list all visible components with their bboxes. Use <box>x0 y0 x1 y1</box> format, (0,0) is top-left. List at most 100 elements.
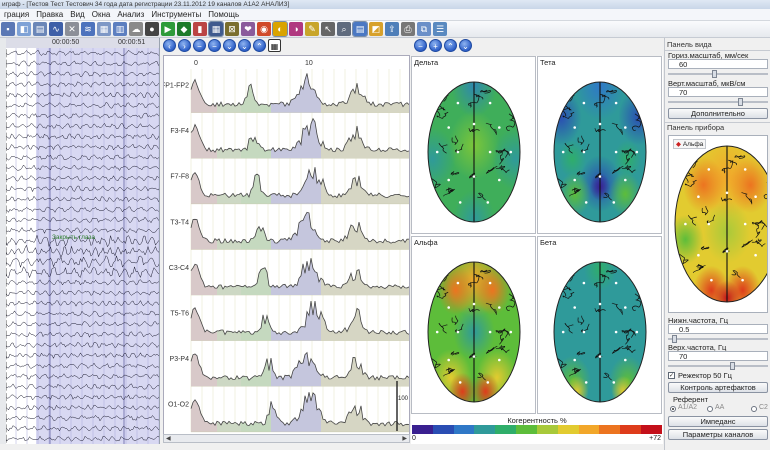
nav-up-icon[interactable]: ⌃ <box>253 39 266 52</box>
scroll-left-icon[interactable]: ◀ <box>166 435 171 443</box>
table-icon[interactable]: ▤ <box>352 21 368 37</box>
colorbar-swatch <box>641 425 662 434</box>
color-wheel-icon[interactable]: ◐ <box>272 21 288 37</box>
eeg-view-icon[interactable]: ≋ <box>81 22 95 36</box>
colorbar-swatch <box>495 425 517 434</box>
more-settings-button[interactable]: Дополнительно <box>668 108 768 119</box>
print-preview-icon[interactable]: ▤ <box>33 22 47 36</box>
nav-left-icon[interactable]: ‹ <box>163 39 176 52</box>
menu-item-edit[interactable]: Правка <box>32 9 66 21</box>
heart-icon[interactable]: ❤ <box>241 22 255 36</box>
nav-minus2-icon[interactable]: − <box>208 39 221 52</box>
horiz-scale-slider[interactable] <box>668 70 768 78</box>
tools-icon[interactable]: ✕ <box>65 22 79 36</box>
topomap-title: Дельта <box>414 58 439 67</box>
scroll-right-icon[interactable]: ▶ <box>402 435 407 443</box>
ref-option-a1a2: A1/A2 <box>678 404 698 411</box>
topo-icon[interactable]: ⊠ <box>225 22 239 36</box>
record-icon[interactable]: ◆ <box>177 22 191 36</box>
notes-icon[interactable]: ☰ <box>433 22 447 36</box>
spectra-channel-label: T5-T6 <box>170 311 189 318</box>
bar-chart-icon[interactable]: ▮ <box>193 22 207 36</box>
spectra-scrollbar[interactable]: ◀ ▶ <box>163 434 410 443</box>
colorbar-title: Когерентность % <box>507 416 567 425</box>
topomap-panel: Дельта Тета Альфа Бета <box>411 56 663 428</box>
colorbar-min: 0 <box>412 435 416 442</box>
high-freq-input[interactable]: 70 <box>668 351 768 361</box>
eeg-traces <box>6 48 159 444</box>
low-freq-input[interactable]: 0.5 <box>668 324 768 334</box>
signal-icon[interactable]: ∿ <box>49 22 63 36</box>
colorbar-swatch <box>578 425 600 434</box>
topomap-delta[interactable]: Дельта <box>411 56 536 234</box>
nav-down2-icon[interactable]: ⌄ <box>238 39 251 52</box>
topo-minus-icon[interactable]: − <box>414 39 427 52</box>
menu-item-windows[interactable]: Окна <box>88 9 114 21</box>
spectra-chart: 0 10 FP1-FP2 F3-F4 F7-F8 T3-T4 C3-C4 T5-T6 P3-P4… <box>164 56 409 434</box>
topomap-beta[interactable]: Бета <box>537 236 662 414</box>
menu-item-help[interactable]: Помощь <box>204 9 242 21</box>
menu-item-view[interactable]: Вид <box>66 9 87 21</box>
ref-radio-aa[interactable] <box>707 406 713 412</box>
chart-view-icon[interactable]: ▥ <box>113 22 127 36</box>
horiz-scale-input[interactable]: 60 <box>668 59 768 69</box>
cursor-icon[interactable]: ↖ <box>321 22 335 36</box>
spectra-channel-label: F3-F4 <box>170 128 189 135</box>
layout-icon[interactable]: ◩ <box>369 22 383 36</box>
impedance-button[interactable]: Импеданс <box>668 416 768 427</box>
vert-scale-slider[interactable] <box>668 98 768 106</box>
brain-icon[interactable]: ◉ <box>257 22 271 36</box>
export-icon[interactable]: ⇪ <box>385 22 399 36</box>
pencil-icon[interactable]: ✎ <box>305 22 319 36</box>
nav-minus-icon[interactable]: − <box>193 39 206 52</box>
montage-icon[interactable]: ☁ <box>129 22 143 36</box>
topo-plus-icon[interactable]: + <box>429 39 442 52</box>
menu-bar: грация Правка Вид Окна Анализ Инструмент… <box>0 9 770 21</box>
window-title: играф - [Тестов Тест Тестович 34 года да… <box>2 1 290 8</box>
alpha-tab-label: Альфа <box>682 141 704 148</box>
spectra-panel[interactable]: 0 10 FP1-FP2 F3-F4 F7-F8 T3-T4 C3-C4 T5-T6 P3-P4… <box>163 55 410 435</box>
colorbar-swatch <box>536 425 558 434</box>
colorbar-swatch <box>474 425 496 434</box>
channel-params-button[interactable]: Параметры каналов <box>668 429 768 440</box>
view-panel-title: Панель вида <box>667 40 712 49</box>
eeg-time-end: 00:00:51 <box>118 39 146 46</box>
zoom-icon[interactable]: ⌕ <box>337 22 351 36</box>
menu-item-registration[interactable]: грация <box>0 9 32 21</box>
device-panel-title: Панель прибора <box>667 123 725 132</box>
topomap-alpha[interactable]: Альфа <box>411 236 536 414</box>
settings-icon[interactable]: ● <box>145 22 159 36</box>
low-freq-slider[interactable] <box>668 335 768 343</box>
spectra-axis-tick: 10 <box>305 60 313 67</box>
menu-item-tools[interactable]: Инструменты <box>147 9 204 21</box>
topo-up-icon[interactable]: ⌃ <box>444 39 457 52</box>
play-icon[interactable]: ▶ <box>161 22 175 36</box>
nav-down-icon[interactable]: ⌄ <box>223 39 236 52</box>
copy-icon[interactable]: ⧉ <box>417 22 431 36</box>
topo-down-icon[interactable]: ⌄ <box>459 39 472 52</box>
photo-icon[interactable]: ◑ <box>289 22 303 36</box>
alpha-tab-icon: ◆ <box>676 141 681 148</box>
eeg-trace-panel[interactable]: 00:00:50 00:00:51 Закрыть глаза <box>0 38 160 444</box>
brain-map-large <box>674 145 767 303</box>
spectrum-icon[interactable]: ▦ <box>208 21 224 37</box>
grid-toggle-icon[interactable]: ▦ <box>268 39 281 52</box>
artifact-control-button[interactable]: Контроль артефактов <box>668 382 768 393</box>
menu-item-analysis[interactable]: Анализ <box>113 9 147 21</box>
notch-filter-checkbox[interactable]: ✓ <box>668 372 675 379</box>
save-icon[interactable]: ▪ <box>1 22 15 36</box>
ref-radio-a1a2[interactable] <box>670 406 676 412</box>
open-icon[interactable]: ◧ <box>17 22 31 36</box>
device-topomap-box[interactable]: ◆ Альфа <box>668 135 768 313</box>
alpha-tab[interactable]: ◆ Альфа <box>673 139 707 149</box>
nav-right-icon[interactable]: › <box>178 39 191 52</box>
topomap-theta[interactable]: Тета <box>537 56 662 234</box>
ref-radio-c2[interactable] <box>751 406 757 412</box>
vert-scale-input[interactable]: 70 <box>668 87 768 97</box>
printer-icon[interactable]: ⎙ <box>401 22 415 36</box>
main-toolbar: ▪ ◧ ▤ ∿ ✕ ≋ ▦ ▥ ☁ ● ▶ ◆ ▮ ▦ ⊠ ❤ ◉ ◐ ◑ ✎ … <box>0 21 770 38</box>
high-freq-slider[interactable] <box>668 362 768 370</box>
colorbar-strip <box>412 425 662 434</box>
spectra-channel-label: T3-T4 <box>170 219 189 226</box>
grid-icon[interactable]: ▦ <box>97 22 111 36</box>
